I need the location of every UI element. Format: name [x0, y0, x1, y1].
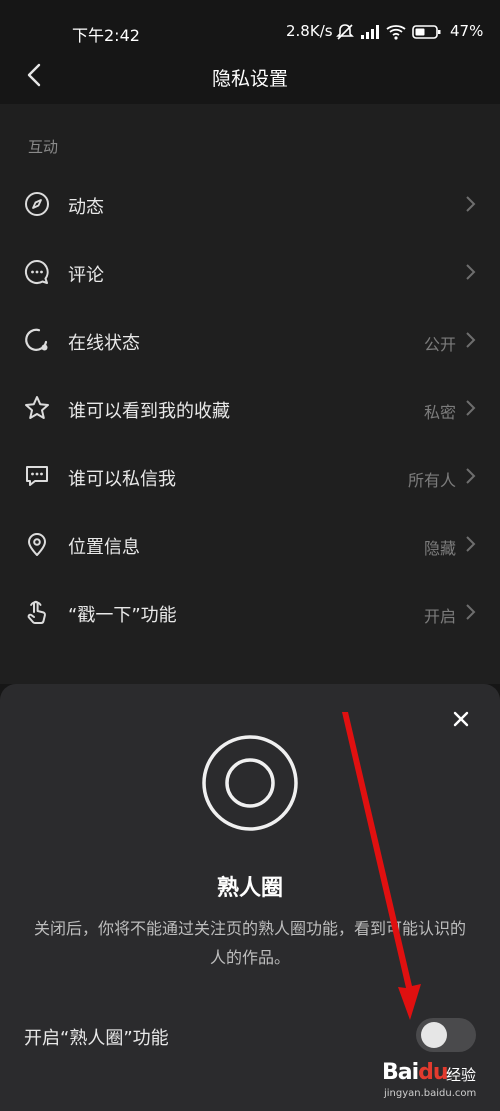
chevron-right-icon — [466, 332, 476, 348]
location-icon — [28, 533, 46, 556]
status-icons — [336, 20, 442, 44]
comment-icon — [25, 259, 49, 284]
row-value: 公开 — [423, 335, 456, 354]
chevron-right-icon — [466, 264, 476, 280]
compass-icon — [25, 192, 49, 216]
row-label: 谁可以私信我 — [68, 469, 176, 490]
row-label: 评论 — [68, 265, 104, 286]
chevron-right-icon — [466, 196, 476, 212]
mute-icon — [336, 24, 354, 40]
paw-logo: du — [418, 1060, 448, 1085]
battery-percent: 47% — [450, 22, 484, 40]
acquaintance-circle-toggle[interactable] — [416, 1018, 476, 1052]
chevron-right-icon — [466, 400, 476, 416]
settings-row-location[interactable]: 位置信息 隐藏 — [0, 510, 500, 578]
sheet-description: 关闭后，你将不能通过关注页的熟人圈功能，看到可能认识的人的作品。 — [33, 919, 466, 967]
message-icon — [26, 466, 48, 486]
battery-icon — [412, 25, 441, 39]
star-icon — [25, 396, 49, 419]
settings-row-feed[interactable]: 动态 — [0, 170, 500, 238]
settings-row-comments[interactable]: 评论 — [0, 238, 500, 306]
chevron-right-icon — [466, 604, 476, 620]
settings-row-direct-message[interactable]: 谁可以私信我 所有人 — [0, 442, 500, 510]
chevron-right-icon — [466, 536, 476, 552]
network-speed: 2.8K/s — [286, 22, 333, 40]
settings-row-online-status[interactable]: 在线状态 公开 — [0, 306, 500, 374]
row-label: 位置信息 — [68, 537, 140, 558]
row-label: 动态 — [68, 197, 104, 218]
row-value: 隐藏 — [423, 539, 456, 558]
row-label: 谁可以看到我的收藏 — [68, 401, 230, 422]
concentric-circle-icon — [202, 735, 298, 831]
settings-row-poke[interactable]: “戳一下”功能 开启 — [0, 578, 500, 646]
toggle-label: 开启“熟人圈”功能 — [24, 1028, 169, 1049]
close-button[interactable] — [452, 710, 470, 728]
settings-row-favorites-visibility[interactable]: 谁可以看到我的收藏 私密 — [0, 374, 500, 442]
row-label: 在线状态 — [68, 333, 140, 354]
row-value: 开启 — [423, 607, 456, 626]
row-value: 所有人 — [407, 471, 456, 490]
privacy-settings-list: 互动 动态 评论 在线状态 公开 谁可以看到我的收藏 私密 谁可以私信我 所有人… — [0, 104, 500, 684]
wifi-icon — [386, 25, 406, 40]
toggle-knob — [421, 1022, 447, 1048]
online-status-icon — [25, 328, 48, 351]
sheet-title: 熟人圈 — [216, 876, 283, 901]
section-label: 互动 — [28, 138, 59, 156]
signal-icon — [361, 25, 379, 39]
row-label: “戳一下”功能 — [68, 605, 177, 626]
watermark-suffix: 经验 — [446, 1066, 477, 1084]
watermark-url: jingyan.baidu.com — [384, 1088, 477, 1099]
acquaintance-circle-sheet: 熟人圈 关闭后，你将不能通过关注页的熟人圈功能，看到可能认识的人的作品。 开启“… — [0, 684, 500, 1111]
close-icon — [453, 711, 469, 727]
poke-hand-icon — [27, 600, 46, 624]
status-time: 下午2:42 — [72, 26, 140, 45]
row-value: 私密 — [423, 403, 456, 422]
baidu-jingyan-watermark: Baidu 经验 jingyan.baidu.com — [380, 1052, 492, 1108]
page-title: 隐私设置 — [211, 68, 288, 90]
watermark-brand: Baidu — [382, 1060, 449, 1085]
chevron-right-icon — [466, 468, 476, 484]
nav-bar: 隐私设置 — [0, 48, 500, 104]
